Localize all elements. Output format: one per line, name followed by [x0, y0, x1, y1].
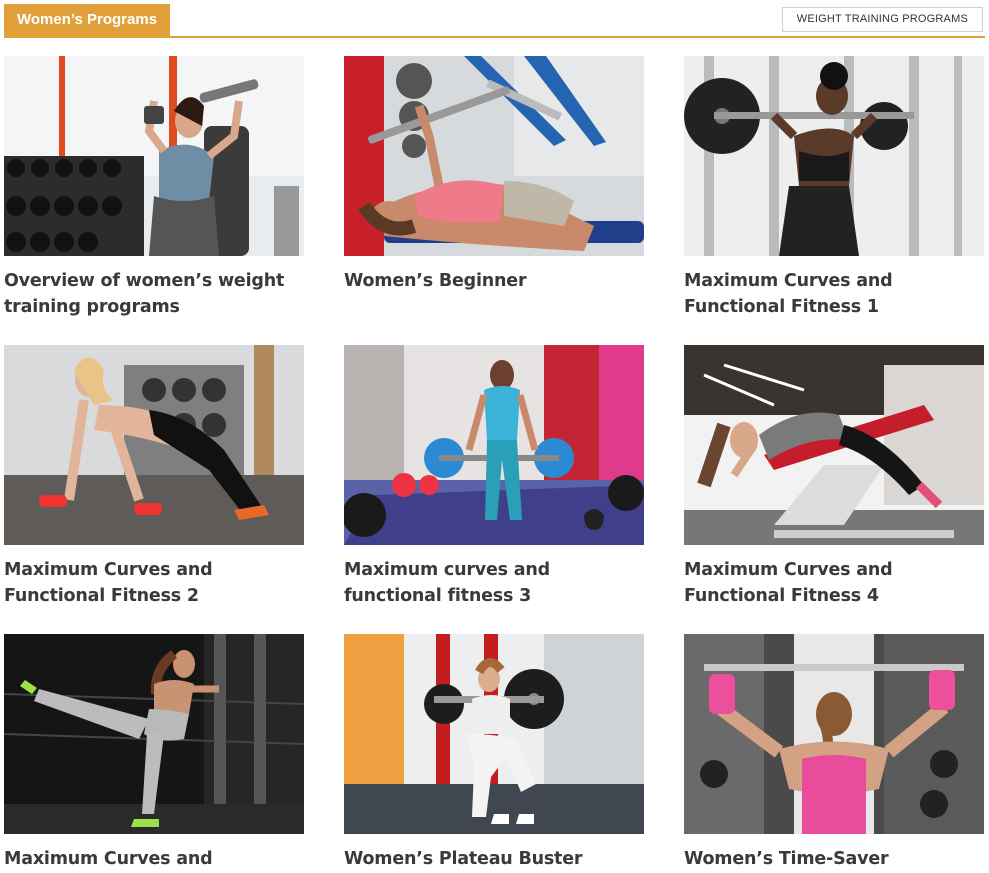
program-title[interactable]: Women’s Plateau Buster: [344, 846, 644, 872]
section-title: Women’s Programs: [4, 4, 171, 36]
program-card[interactable]: Women’s Time-Saver: [684, 634, 984, 872]
woman-lat-pulldown-image: [684, 634, 984, 834]
program-title[interactable]: Maximum Curves and Functional Fitness 2: [4, 557, 304, 609]
woman-cable-kickback-image: [4, 634, 304, 834]
woman-deadlift-gym-image: [344, 345, 644, 545]
program-card[interactable]: Women’s Beginner: [344, 56, 644, 294]
program-card[interactable]: Maximum Curves and Functional Fitness 4: [684, 345, 984, 609]
woman-dumbbell-press-image: [4, 56, 304, 256]
section-header: Women’s Programs WEIGHT TRAINING PROGRAM…: [4, 4, 985, 38]
program-thumbnail[interactable]: [4, 634, 304, 834]
woman-bench-press-image: [344, 56, 644, 256]
program-title[interactable]: Women’s Time-Saver: [684, 846, 984, 872]
program-thumbnail[interactable]: [344, 345, 644, 545]
program-title[interactable]: Maximum Curves and Functional: [4, 846, 304, 873]
program-thumbnail[interactable]: [4, 56, 304, 256]
program-thumbnail[interactable]: [684, 634, 984, 834]
program-thumbnail[interactable]: [344, 56, 644, 256]
program-title[interactable]: Women’s Beginner: [344, 268, 644, 294]
program-title[interactable]: Maximum curves and functional fitness 3: [344, 557, 644, 609]
program-card[interactable]: Maximum curves and functional fitness 3: [344, 345, 644, 609]
program-card[interactable]: Maximum Curves and Functional Fitness 2: [4, 345, 304, 609]
woman-barbell-squat-image: [344, 634, 644, 834]
program-card[interactable]: Overview of women’s weight training prog…: [4, 56, 304, 320]
program-card[interactable]: Maximum Curves and Functional Fitness 1: [684, 56, 984, 320]
program-thumbnail[interactable]: [4, 345, 304, 545]
program-thumbnail[interactable]: [684, 345, 984, 545]
program-title[interactable]: Maximum Curves and Functional Fitness 4: [684, 557, 984, 609]
program-title[interactable]: Maximum Curves and Functional Fitness 1: [684, 268, 984, 320]
program-card[interactable]: Maximum Curves and Functional: [4, 634, 304, 873]
program-title[interactable]: Overview of women’s weight training prog…: [4, 268, 304, 320]
woman-barbell-rack-image: [684, 56, 984, 256]
program-thumbnail[interactable]: [344, 634, 644, 834]
woman-plank-dumbbells-image: [4, 345, 304, 545]
program-card[interactable]: Women’s Plateau Buster: [344, 634, 644, 872]
program-thumbnail[interactable]: [684, 56, 984, 256]
weight-training-programs-button[interactable]: WEIGHT TRAINING PROGRAMS: [781, 7, 983, 32]
woman-back-extension-image: [684, 345, 984, 545]
